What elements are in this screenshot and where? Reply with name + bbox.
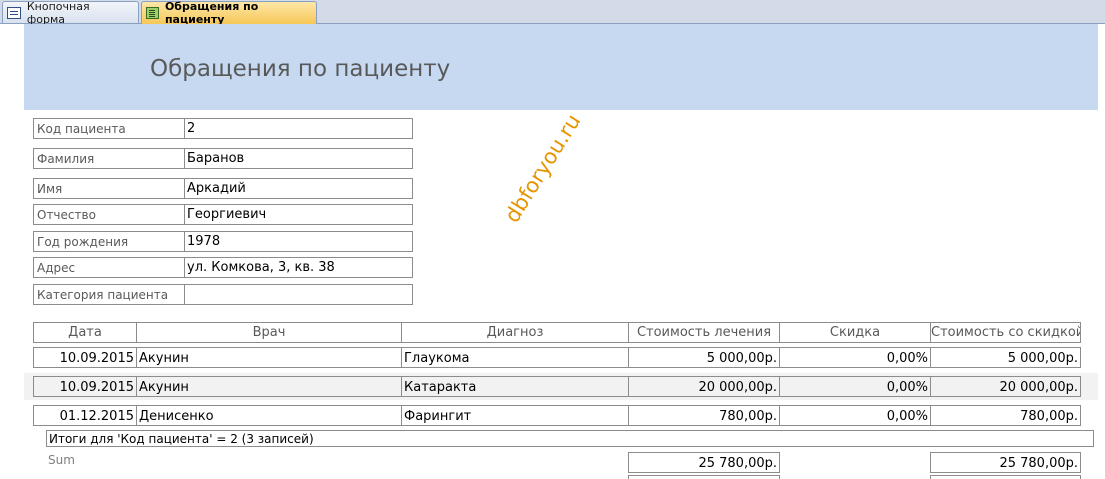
field-last-name: Фамилия Баранов xyxy=(33,148,413,169)
report-title: Обращения по пациенту xyxy=(150,56,451,82)
field-value: ул. Комкова, 3, кв. 38 xyxy=(185,257,413,278)
column-header-discounted-cost: Стоимость со скидкой xyxy=(930,322,1081,343)
cell-doctor: Акунин xyxy=(136,347,402,368)
cell-doctor: Денисенко xyxy=(136,405,402,426)
cell-discounted-cost: 20 000,00р. xyxy=(930,376,1081,397)
cell-diagnosis: Фарингит xyxy=(401,405,629,426)
tab-label: Кнопочная форма xyxy=(26,0,90,26)
cell-date: 01.12.2015 xyxy=(33,405,137,426)
cell-diagnosis: Глаукома xyxy=(401,347,629,368)
field-address: Адрес ул. Комкова, 3, кв. 38 xyxy=(33,257,413,278)
field-label: Код пациента xyxy=(33,118,185,139)
column-header-diagnosis: Диагноз xyxy=(401,322,629,343)
field-value: 2 xyxy=(185,118,413,139)
field-value xyxy=(185,284,413,305)
column-header-cost: Стоимость лечения xyxy=(628,322,780,343)
form-icon xyxy=(7,6,21,19)
cell-date: 10.09.2015 xyxy=(33,376,137,397)
cell-doctor: Акунин xyxy=(136,376,402,397)
field-value: Аркадий xyxy=(185,178,413,199)
field-patronymic: Отчество Георгиевич xyxy=(33,204,413,225)
field-birth-year: Год рождения 1978 xyxy=(33,231,413,252)
cell-diagnosis: Катаракта xyxy=(401,376,629,397)
field-label: Адрес xyxy=(33,257,185,278)
column-header-date: Дата xyxy=(33,322,137,343)
cell-discount: 0,00% xyxy=(779,376,931,397)
cell-cost: 5 000,00р. xyxy=(628,347,780,368)
field-patient-code: Код пациента 2 xyxy=(33,118,413,139)
field-label: Фамилия xyxy=(33,148,185,169)
cell-discounted-cost: 5 000,00р. xyxy=(930,347,1081,368)
cell-discount: 0,00% xyxy=(779,347,931,368)
field-label: Отчество xyxy=(33,204,185,225)
column-header-discount: Скидка xyxy=(779,322,931,343)
field-label: Имя xyxy=(33,178,185,199)
cell-date: 10.09.2015 xyxy=(33,347,137,368)
tab-label: Обращения по пациенту xyxy=(164,0,259,26)
report-icon xyxy=(146,7,159,19)
document-tab-bar: Кнопочная форма Обращения по пациенту xyxy=(0,0,1105,26)
sum-discounted-cost: 25 780,00р. xyxy=(930,452,1081,473)
field-value: 1978 xyxy=(185,231,413,252)
next-box-edge xyxy=(628,475,780,479)
field-label: Категория пациента xyxy=(33,284,185,305)
field-value: Баранов xyxy=(185,148,413,169)
group-footer-summary: Итоги для 'Код пациента' = 2 (3 записей) xyxy=(46,430,1094,447)
field-label: Год рождения xyxy=(33,231,185,252)
cell-cost: 20 000,00р. xyxy=(628,376,780,397)
next-box-edge xyxy=(930,475,1081,479)
tab-switchboard-form[interactable]: Кнопочная форма xyxy=(2,0,139,26)
sum-cost: 25 780,00р. xyxy=(628,452,780,473)
field-patient-category: Категория пациента xyxy=(33,284,413,305)
column-header-doctor: Врач xyxy=(136,322,402,343)
field-value: Георгиевич xyxy=(185,204,413,225)
cell-cost: 780,00р. xyxy=(628,405,780,426)
sum-label: Sum xyxy=(48,453,75,467)
field-first-name: Имя Аркадий xyxy=(33,178,413,199)
tab-patient-visits-report[interactable]: Обращения по пациенту xyxy=(141,0,317,26)
cell-discount: 0,00% xyxy=(779,405,931,426)
cell-discounted-cost: 780,00р. xyxy=(930,405,1081,426)
